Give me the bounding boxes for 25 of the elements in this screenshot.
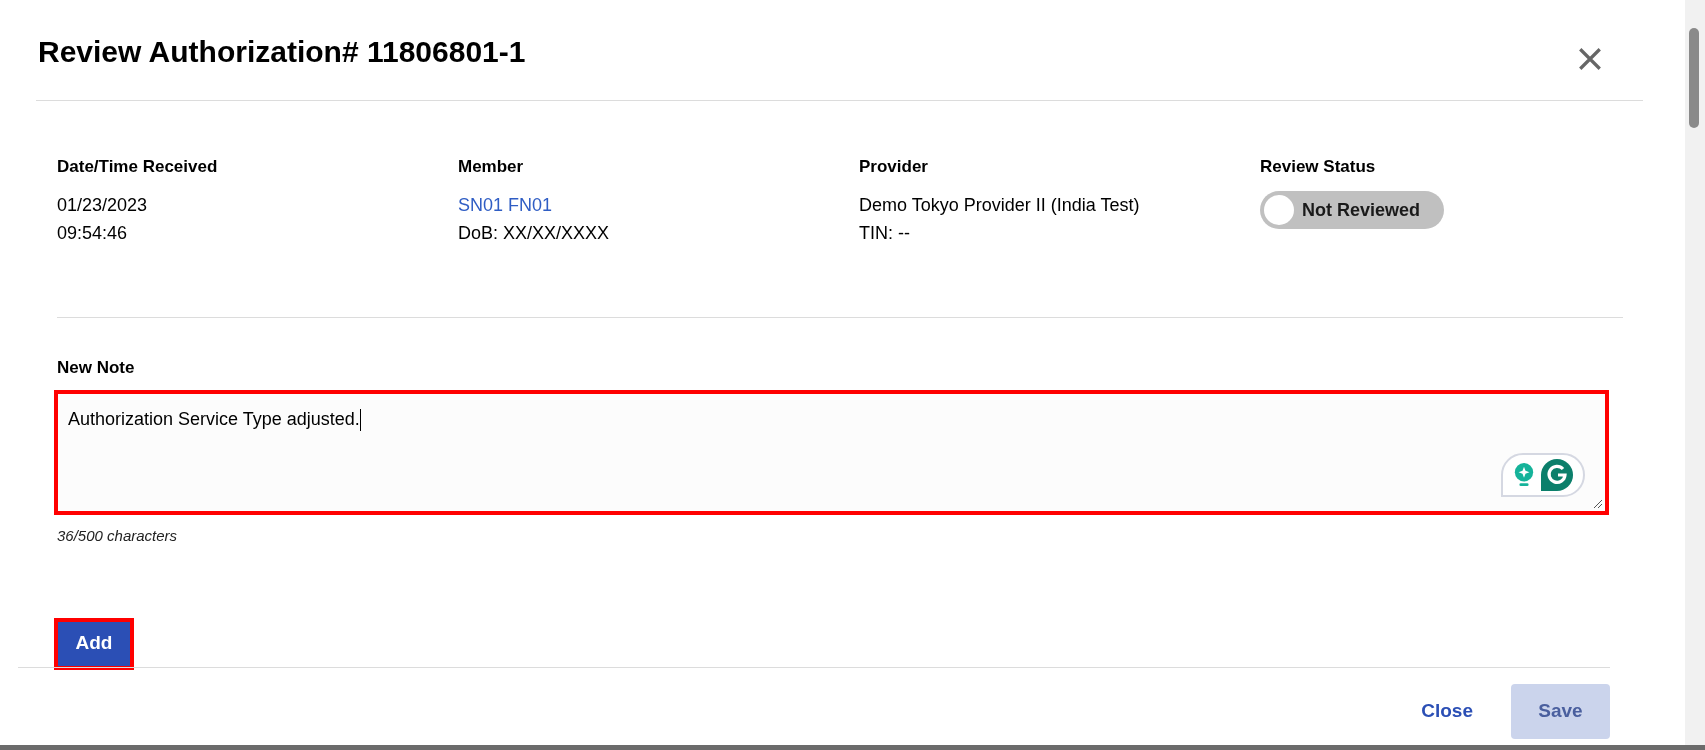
add-button[interactable]: Add: [54, 617, 134, 670]
close-icon[interactable]: [1577, 46, 1603, 72]
note-label: New Note: [57, 357, 136, 379]
member-link[interactable]: SN01 FN01: [458, 191, 553, 219]
writing-assistant-badge[interactable]: [1501, 453, 1585, 497]
note-input-field[interactable]: Authorization Service Type adjusted.: [54, 390, 1609, 515]
detail-value: TIN: --: [859, 222, 911, 245]
scrollbar[interactable]: [1685, 0, 1705, 745]
detail-value: DoB: XX/XX/XXXX: [458, 222, 611, 245]
review-status-toggle[interactable]: Not Reviewed: [1260, 191, 1445, 229]
dialog-title: Review Authorization# 11806801-1: [38, 34, 526, 70]
detail-label: Member: [458, 156, 525, 178]
detail-label: Review Status: [1260, 156, 1377, 178]
save-button: Save: [1511, 683, 1610, 739]
resize-handle-icon: [1593, 499, 1603, 509]
detail-value: 01/23/2023: [57, 194, 149, 217]
detail-label: Provider: [859, 156, 929, 178]
lightbulb-icon: [1513, 461, 1535, 489]
toggle-knob-icon: [1264, 195, 1294, 225]
detail-value: 09:54:46: [57, 222, 129, 245]
detail-value: Demo Tokyo Provider II (India Test): [859, 194, 1141, 217]
close-button[interactable]: Close: [1413, 696, 1481, 726]
character-counter: 36/500 characters: [57, 526, 179, 546]
grammar-checker-icon: [1541, 459, 1573, 491]
detail-label: Date/Time Received: [57, 156, 219, 178]
